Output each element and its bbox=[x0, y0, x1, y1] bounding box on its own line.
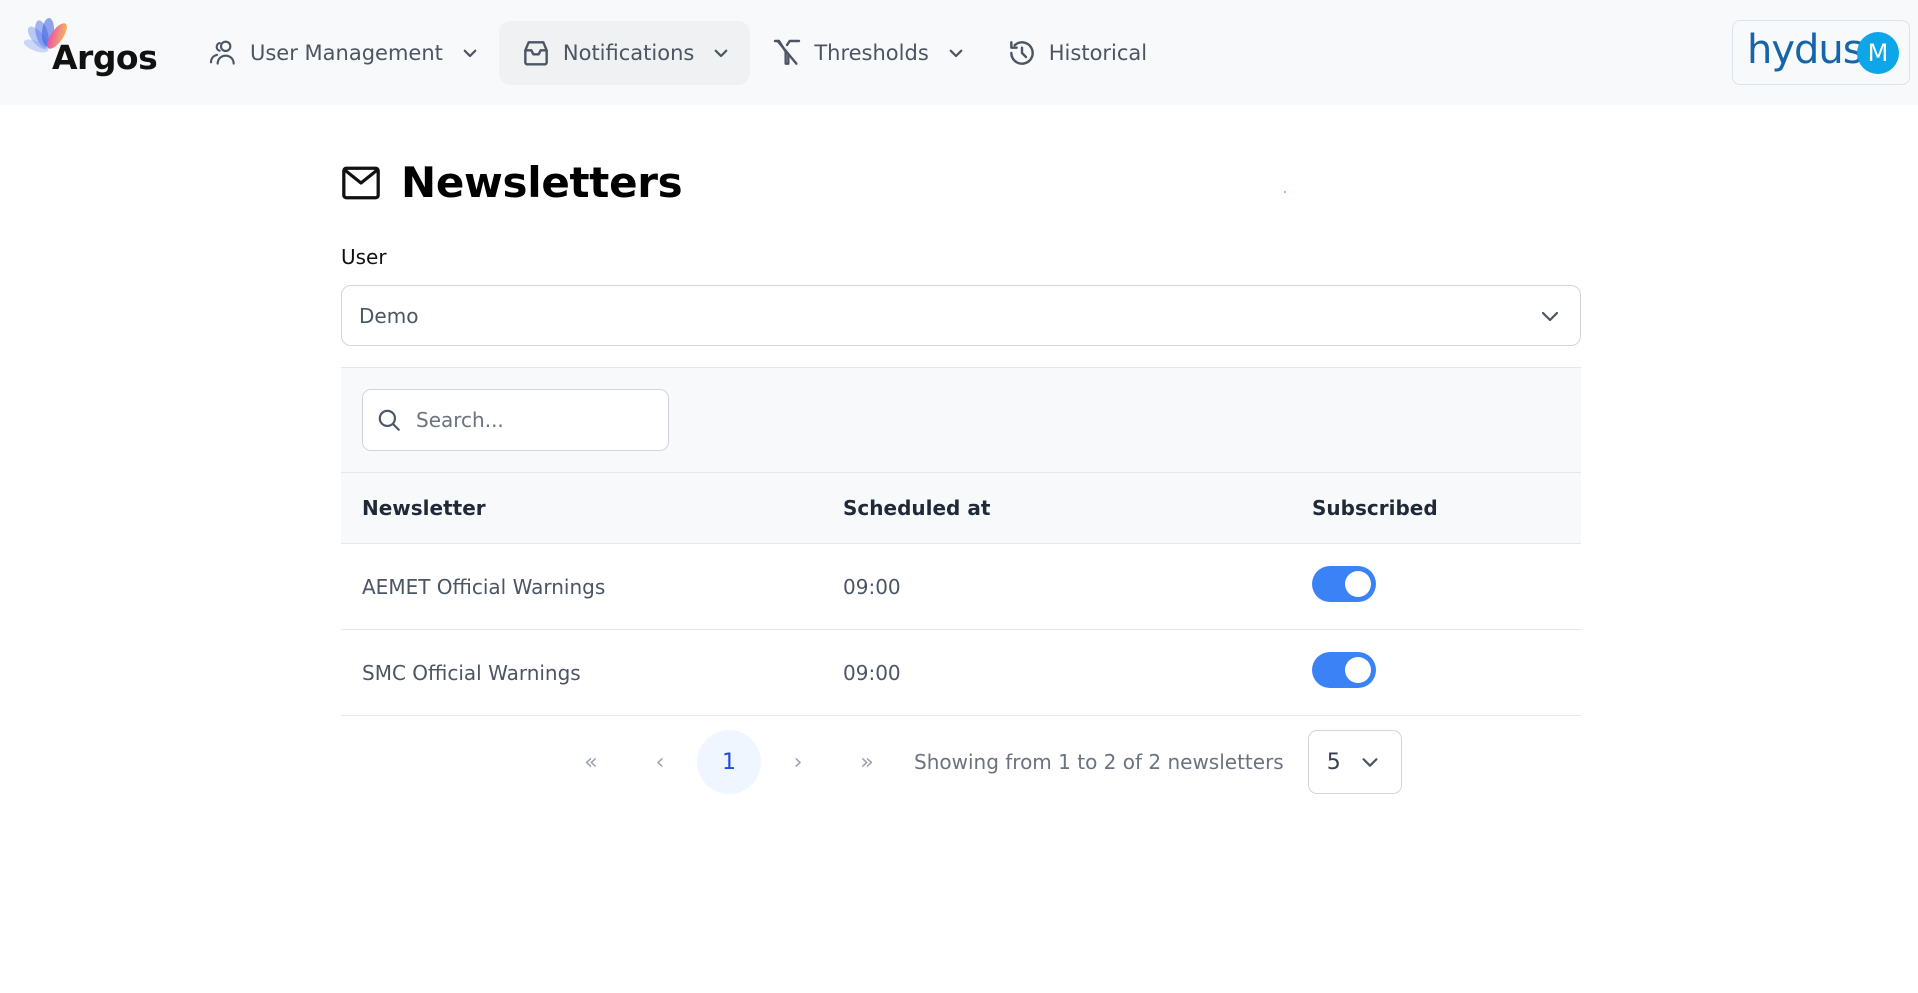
argos-logo[interactable]: Argos bbox=[24, 16, 158, 82]
table-row: AEMET Official Warnings 09:00 bbox=[341, 544, 1581, 630]
newsletters-table: Newsletter Scheduled at Subscribed AEMET… bbox=[341, 367, 1581, 716]
column-header-subscribed[interactable]: Subscribed bbox=[1312, 496, 1581, 520]
subscribed-cell bbox=[1312, 566, 1581, 607]
nav-label: Historical bbox=[1048, 41, 1148, 65]
logo-text: Argos bbox=[52, 38, 158, 77]
mail-icon bbox=[342, 166, 380, 199]
nav-user-management[interactable]: User Management bbox=[196, 21, 499, 85]
prev-page-button[interactable]: ‹ bbox=[628, 730, 692, 794]
top-navbar: Argos User Management Notifications Thre… bbox=[0, 0, 1918, 105]
toggle-knob bbox=[1345, 657, 1371, 683]
pagination-info: Showing from 1 to 2 of 2 newsletters bbox=[914, 750, 1284, 774]
chevron-down-icon bbox=[1538, 304, 1562, 328]
table-toolbar bbox=[341, 368, 1581, 473]
user-select-value: Demo bbox=[359, 303, 419, 328]
nav-label: Notifications bbox=[562, 41, 695, 65]
column-header-scheduled-at[interactable]: Scheduled at bbox=[843, 496, 1312, 520]
nav-notifications[interactable]: Notifications bbox=[498, 21, 751, 85]
subscribed-toggle[interactable] bbox=[1312, 652, 1376, 688]
chevron-down-icon bbox=[1359, 751, 1381, 773]
page-title: Newsletters bbox=[401, 158, 683, 207]
toggle-knob bbox=[1345, 571, 1371, 597]
search-icon bbox=[378, 409, 400, 431]
next-page-button[interactable]: › bbox=[766, 730, 830, 794]
main-content: Newsletters User Demo Newsletter Schedul… bbox=[341, 140, 1581, 794]
newsletter-name: AEMET Official Warnings bbox=[362, 574, 606, 599]
scheduled-time: 09:00 bbox=[843, 574, 901, 599]
nav-label: User Management bbox=[250, 41, 443, 65]
page-1-button[interactable]: 1 bbox=[697, 730, 761, 794]
main-nav: User Management Notifications Thresholds… bbox=[196, 21, 1167, 85]
first-page-button[interactable]: « bbox=[559, 730, 623, 794]
inbox-icon bbox=[519, 36, 553, 70]
subscribed-cell bbox=[1312, 652, 1581, 693]
account-menu[interactable]: hydus M bbox=[1732, 20, 1910, 85]
nav-historical[interactable]: Historical bbox=[985, 21, 1167, 85]
search-box[interactable] bbox=[362, 389, 669, 451]
page-header: Newsletters bbox=[341, 140, 1581, 225]
nav-label: Thresholds bbox=[814, 41, 929, 65]
history-icon bbox=[1005, 36, 1039, 70]
table-row: SMC Official Warnings 09:00 bbox=[341, 630, 1581, 716]
filter-off-icon bbox=[770, 36, 804, 70]
table-header: Newsletter Scheduled at Subscribed bbox=[341, 473, 1581, 544]
chevron-down-icon bbox=[947, 44, 965, 62]
column-header-newsletter[interactable]: Newsletter bbox=[341, 496, 843, 520]
pagination: « ‹ 1 › » Showing from 1 to 2 of 2 newsl… bbox=[341, 730, 1581, 794]
last-page-button[interactable]: » bbox=[835, 730, 899, 794]
subscribed-toggle[interactable] bbox=[1312, 566, 1376, 602]
nav-thresholds[interactable]: Thresholds bbox=[750, 21, 984, 85]
user-select[interactable]: Demo bbox=[341, 285, 1581, 346]
hydus-logo: hydus bbox=[1747, 27, 1864, 73]
scheduled-time: 09:00 bbox=[843, 660, 901, 685]
avatar[interactable]: M bbox=[1857, 32, 1899, 74]
newsletter-name: SMC Official Warnings bbox=[362, 660, 581, 685]
page-size-value: 5 bbox=[1326, 749, 1341, 775]
page-size-select[interactable]: 5 bbox=[1307, 730, 1402, 794]
chevron-down-icon bbox=[461, 44, 479, 62]
search-input[interactable] bbox=[416, 408, 656, 432]
chevron-down-icon bbox=[712, 44, 730, 62]
users-icon bbox=[206, 36, 240, 70]
user-select-label: User bbox=[341, 245, 387, 269]
